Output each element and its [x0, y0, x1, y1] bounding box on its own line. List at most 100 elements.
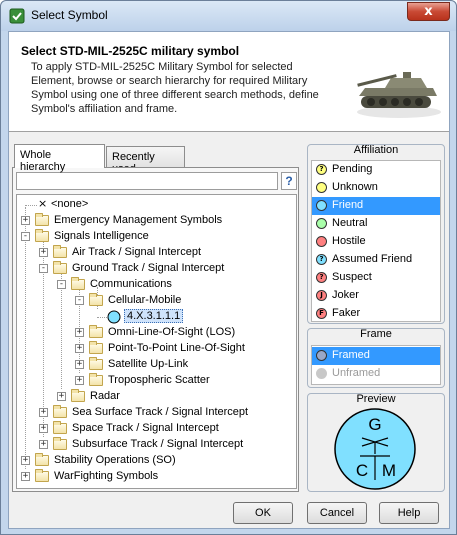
help-button[interactable]: Help	[379, 502, 439, 524]
affiliation-label: Pending	[332, 163, 373, 175]
tree-item[interactable]: + Radar	[17, 389, 296, 405]
tree-item[interactable]: + Satellite Up-Link	[17, 357, 296, 373]
expand-icon[interactable]: +	[57, 392, 66, 401]
tree-item-label[interactable]: Stability Operations (SO)	[54, 454, 176, 466]
tree-item-label[interactable]: Tropospheric Scatter	[108, 374, 210, 386]
affiliation-icon: ?	[316, 272, 327, 283]
preview-letter-m: M	[382, 461, 396, 480]
title-bar[interactable]: Select Symbol x	[1, 1, 456, 31]
affiliation-option[interactable]: ? Suspect	[312, 269, 440, 287]
close-button[interactable]: x	[407, 2, 450, 21]
collapse-icon[interactable]: -	[57, 280, 66, 289]
affiliation-option[interactable]: F Faker	[312, 305, 440, 323]
tree-item[interactable]: × <none>	[17, 197, 296, 213]
tree-item[interactable]: + Tropospheric Scatter	[17, 373, 296, 389]
tree-item[interactable]: - Signals Intelligence	[17, 229, 296, 245]
expand-icon[interactable]: +	[21, 456, 30, 465]
search-input[interactable]	[16, 172, 278, 190]
frame-list[interactable]: Framed Unframed	[311, 345, 441, 385]
collapse-icon[interactable]: -	[21, 232, 30, 241]
affiliation-list[interactable]: ? Pending Unknown Friend Neutral Hostile? Assu…	[311, 160, 441, 322]
window-title: Select Symbol	[31, 8, 108, 22]
tree-item-label[interactable]: Point-To-Point Line-Of-Sight	[108, 342, 245, 354]
cancel-button[interactable]: Cancel	[307, 502, 367, 524]
hierarchy-panel: Whole hierarchy Recently used ? ×<none>+…	[12, 144, 299, 492]
affiliation-label: Neutral	[332, 217, 368, 229]
expand-icon[interactable]: +	[21, 472, 30, 481]
affiliation-option[interactable]: ? Assumed Friend	[312, 251, 440, 269]
dialog-body: Select STD-MIL-2525C military symbol To …	[8, 31, 450, 529]
tree-item[interactable]: + Point-To-Point Line-Of-Sight	[17, 341, 296, 357]
affiliation-option[interactable]: Hostile	[312, 233, 440, 251]
tree-item-label[interactable]: Space Track / Signal Intercept	[72, 422, 219, 434]
affiliation-icon	[316, 182, 327, 193]
expand-icon[interactable]: +	[75, 344, 84, 353]
tree-item-label[interactable]: Emergency Management Symbols	[54, 214, 222, 226]
tree-item-label[interactable]: <none>	[51, 198, 88, 210]
tree-item[interactable]: + Omni-Line-Of-Sight (LOS)	[17, 325, 296, 341]
folder-icon	[89, 373, 103, 386]
tree-item-label[interactable]: Radar	[90, 390, 120, 402]
affiliation-option[interactable]: Unknown	[312, 179, 440, 197]
tree-item-label[interactable]: Cellular-Mobile	[108, 294, 181, 306]
tree-item[interactable]: - Communications	[17, 277, 296, 293]
affiliation-label: Faker	[332, 307, 361, 319]
expand-icon[interactable]: +	[39, 440, 48, 449]
affiliation-label: Joker	[332, 289, 359, 301]
affiliation-option[interactable]: J Joker	[312, 287, 440, 305]
tree-item[interactable]: - Cellular-Mobile	[17, 293, 296, 309]
folder-icon	[71, 389, 85, 402]
app-icon	[9, 8, 25, 24]
collapse-icon[interactable]: -	[39, 264, 48, 273]
frame-option: Unframed	[312, 365, 440, 383]
affiliation-icon: J	[316, 290, 327, 301]
tree-item[interactable]: + Stability Operations (SO)	[17, 453, 296, 469]
folder-icon	[35, 213, 49, 226]
tree-item-label[interactable]: Omni-Line-Of-Sight (LOS)	[108, 326, 235, 338]
search-help-button[interactable]: ?	[281, 172, 297, 190]
symbol-tree[interactable]: × <none> + Emergency Management Symbols - Sig…	[16, 194, 297, 489]
ok-button[interactable]: OK	[233, 502, 293, 524]
tree-item-label[interactable]: Subsurface Track / Signal Intercept	[72, 438, 243, 450]
tree-item-label[interactable]: Sea Surface Track / Signal Intercept	[72, 406, 248, 418]
preview-group: Preview G C M	[307, 393, 445, 492]
affiliation-label: Suspect	[332, 271, 372, 283]
tree-item-label[interactable]: WarFighting Symbols	[54, 470, 158, 482]
symbol-icon	[107, 310, 121, 324]
tree-item-label[interactable]: Communications	[90, 278, 172, 290]
tree-item[interactable]: + WarFighting Symbols	[17, 469, 296, 485]
collapse-icon[interactable]: -	[75, 296, 84, 305]
expand-icon[interactable]: +	[39, 248, 48, 257]
tab-recently-used[interactable]: Recently used	[106, 146, 185, 175]
tree-item[interactable]: + Space Track / Signal Intercept	[17, 421, 296, 437]
expand-icon[interactable]: +	[21, 216, 30, 225]
frame-icon	[316, 368, 327, 379]
expand-icon[interactable]: +	[75, 376, 84, 385]
header-description: To apply STD-MIL-2525C Military Symbol f…	[31, 61, 319, 115]
affiliation-option[interactable]: ? Pending	[312, 161, 440, 179]
expand-icon[interactable]: +	[75, 328, 84, 337]
tree-item[interactable]: + Air Track / Signal Intercept	[17, 245, 296, 261]
tree-item[interactable]: 4.X.3.1.1.1	[17, 309, 296, 325]
expand-icon[interactable]: +	[39, 408, 48, 417]
tree-item[interactable]: + Emergency Management Symbols	[17, 213, 296, 229]
tree-item-label[interactable]: Ground Track / Signal Intercept	[72, 262, 224, 274]
preview-letter-g: G	[368, 415, 381, 434]
tree-item-label[interactable]: 4.X.3.1.1.1	[124, 309, 184, 323]
frame-option[interactable]: Framed	[312, 347, 440, 365]
affiliation-icon	[316, 218, 327, 229]
expand-icon[interactable]: +	[39, 424, 48, 433]
folder-icon	[89, 357, 103, 370]
tree-item[interactable]: + Sea Surface Track / Signal Intercept	[17, 405, 296, 421]
tree-item-label[interactable]: Signals Intelligence	[54, 230, 149, 242]
preview-title: Preview	[356, 393, 396, 405]
expand-icon[interactable]: +	[75, 360, 84, 369]
affiliation-option[interactable]: Friend	[312, 197, 440, 215]
tree-item[interactable]: - Ground Track / Signal Intercept	[17, 261, 296, 277]
tree-item[interactable]: + Subsurface Track / Signal Intercept	[17, 437, 296, 453]
tree-item-label[interactable]: Satellite Up-Link	[108, 358, 188, 370]
tab-whole-hierarchy[interactable]: Whole hierarchy	[14, 144, 105, 173]
folder-icon	[35, 453, 49, 466]
affiliation-option[interactable]: Neutral	[312, 215, 440, 233]
tree-item-label[interactable]: Air Track / Signal Intercept	[72, 246, 201, 258]
